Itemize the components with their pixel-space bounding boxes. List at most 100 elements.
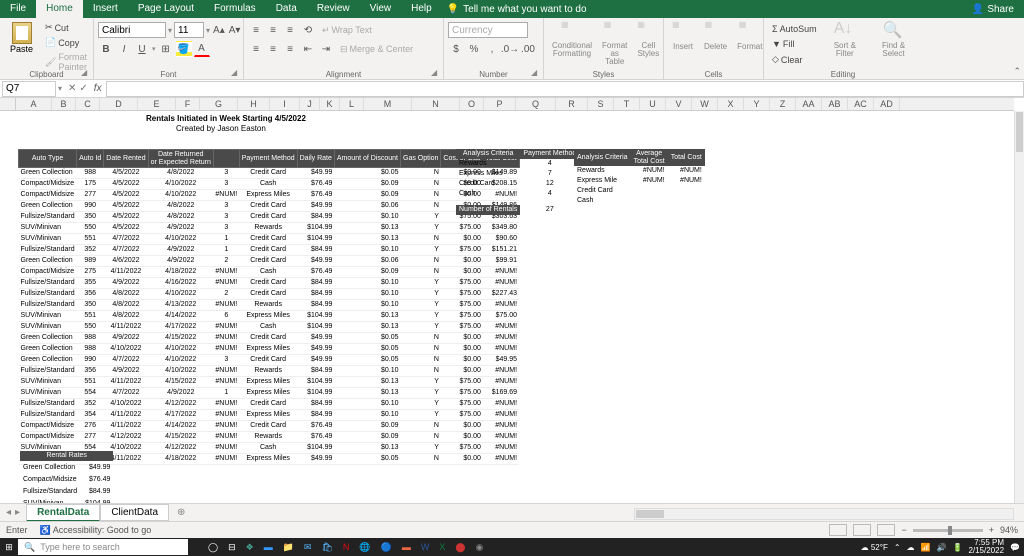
share-button[interactable]: 👤 Share (972, 4, 1014, 15)
align-middle-button[interactable]: ≡ (265, 22, 281, 38)
decrease-decimal-button[interactable]: .00 (520, 41, 536, 57)
number-launcher[interactable]: ◢ (531, 68, 541, 78)
align-top-button[interactable]: ≡ (248, 22, 264, 38)
autosum-button[interactable]: ΣAutoSum (768, 22, 821, 36)
tray-chevron[interactable]: ⌃ (894, 543, 901, 552)
font-color-button[interactable]: A (194, 41, 210, 57)
enter-formula-button[interactable]: ✓ (79, 83, 87, 94)
hscroll-thumb[interactable] (636, 510, 664, 518)
number-format-select[interactable] (448, 22, 528, 38)
underline-button[interactable]: U (134, 41, 150, 57)
vertical-scrollbar[interactable] (1014, 111, 1024, 503)
horizontal-scrollbar[interactable] (634, 508, 1014, 520)
normal-view-button[interactable] (829, 524, 847, 536)
sheet-tab-clientdata[interactable]: ClientData (100, 504, 169, 521)
office-icon[interactable]: ▬ (402, 542, 411, 552)
name-box[interactable]: Q7 (2, 81, 56, 97)
edge-icon[interactable]: 🌐 (359, 542, 370, 553)
zoom-slider[interactable] (913, 529, 983, 532)
tab-pagelayout[interactable]: Page Layout (128, 0, 204, 18)
increase-font-button[interactable]: A▴ (212, 22, 226, 38)
formula-bar[interactable] (106, 81, 1024, 97)
fx-icon[interactable]: fx (94, 83, 102, 94)
tab-formulas[interactable]: Formulas (204, 0, 266, 18)
prev-sheet-button[interactable]: ◂ (6, 507, 11, 518)
volume-icon[interactable]: 🔊 (937, 543, 947, 552)
network-icon[interactable]: 📶 (921, 543, 931, 552)
alignment-launcher[interactable]: ◢ (431, 68, 441, 78)
fill-button[interactable]: ▼Fill (768, 37, 821, 51)
tab-help[interactable]: Help (401, 0, 442, 18)
collapse-ribbon-button[interactable]: ⌃ (1013, 66, 1021, 77)
font-size-select[interactable] (174, 22, 204, 38)
align-bottom-button[interactable]: ≡ (282, 22, 298, 38)
onedrive-icon[interactable]: ☁ (907, 543, 915, 552)
paste-button[interactable]: Paste (4, 20, 39, 68)
decrease-indent-button[interactable]: ⇤ (300, 41, 316, 57)
align-center-button[interactable]: ≡ (265, 41, 281, 57)
merge-center-button[interactable]: ⊟Merge & Center (336, 42, 417, 57)
netflix-icon[interactable]: N (343, 542, 350, 552)
word-icon[interactable]: W (421, 542, 430, 552)
next-sheet-button[interactable]: ▸ (15, 507, 20, 518)
taskbar-search[interactable]: 🔍 Type here to search (18, 539, 188, 555)
find-select-button[interactable]: 🔍Find & Select (869, 20, 918, 68)
zoom-out-button[interactable]: − (901, 525, 906, 535)
decrease-font-button[interactable]: A▾ (228, 22, 242, 38)
chrome-icon[interactable]: 🔵 (381, 542, 392, 553)
fill-color-button[interactable]: 🪣 (176, 41, 192, 57)
percent-button[interactable]: % (466, 41, 482, 57)
accessibility-status[interactable]: ♿ Accessibility: Good to go (40, 525, 152, 536)
tell-me[interactable]: 💡 Tell me what you want to do (447, 4, 587, 15)
select-all-corner[interactable] (0, 98, 16, 111)
explorer-icon[interactable]: 📁 (283, 542, 294, 553)
tab-insert[interactable]: Insert (83, 0, 128, 18)
task-view-icon[interactable]: ◯ (208, 542, 218, 553)
font-launcher[interactable]: ◢ (231, 68, 241, 78)
insert-cells-button[interactable]: ▦Insert (668, 20, 698, 68)
copy-button[interactable]: 📄Copy (41, 35, 91, 50)
format-table-button[interactable]: ▦Format as Table (598, 20, 631, 68)
bold-button[interactable]: B (98, 41, 114, 57)
weather-widget[interactable]: ☁ 52°F (861, 543, 888, 552)
increase-indent-button[interactable]: ⇥ (318, 41, 334, 57)
clock[interactable]: 7:55 PM 2/15/2022 (968, 539, 1004, 555)
app-icon-1[interactable]: ❖ (246, 542, 254, 553)
comma-button[interactable]: , (484, 41, 500, 57)
zoom-in-button[interactable]: + (989, 525, 994, 535)
wrap-text-button[interactable]: ↵Wrap Text (318, 23, 376, 38)
delete-cells-button[interactable]: ▦Delete (700, 20, 731, 68)
tab-data[interactable]: Data (266, 0, 307, 18)
start-button[interactable]: ⊞ (0, 538, 18, 556)
font-name-select[interactable] (98, 22, 166, 38)
currency-button[interactable]: $ (448, 41, 464, 57)
excel-icon[interactable]: X (439, 542, 445, 552)
format-cells-button[interactable]: ▦Format (733, 20, 766, 68)
align-right-button[interactable]: ≡ (282, 41, 298, 57)
battery-icon[interactable]: 🔋 (952, 543, 962, 552)
tab-file[interactable]: File (0, 0, 36, 18)
app-icon-4[interactable]: ◉ (475, 542, 483, 553)
page-layout-view-button[interactable] (853, 524, 871, 536)
cortana-icon[interactable]: ⊟ (228, 542, 236, 553)
increase-decimal-button[interactable]: .0→ (502, 41, 518, 57)
cancel-formula-button[interactable]: ✕ (68, 83, 76, 94)
store-icon[interactable]: 🛍 (321, 542, 332, 553)
grid[interactable]: Rentals Initiated in Week Starting 4/5/2… (16, 111, 1014, 503)
sheet-tab-rentaldata[interactable]: RentalData (26, 504, 100, 522)
clipboard-launcher[interactable]: ◢ (81, 68, 91, 78)
cut-button[interactable]: ✂Cut (41, 20, 91, 35)
add-sheet-button[interactable]: ⊕ (169, 507, 193, 518)
cell-styles-button[interactable]: ▦Cell Styles (633, 20, 663, 68)
align-left-button[interactable]: ≡ (248, 41, 264, 57)
page-break-view-button[interactable] (877, 524, 895, 536)
mail-icon[interactable]: ✉ (304, 542, 312, 553)
italic-button[interactable]: I (116, 41, 132, 57)
app-icon-2[interactable]: ▬ (264, 542, 273, 552)
vscroll-thumb[interactable] (1016, 112, 1023, 152)
tab-review[interactable]: Review (307, 0, 360, 18)
orientation-button[interactable]: ⟲ (300, 22, 316, 38)
borders-button[interactable]: ⊞ (158, 41, 174, 57)
worksheet[interactable]: ABCDEFGHIJKLMNOPQRSTUVWXYZAAABACAD Renta… (0, 98, 1024, 503)
tab-view[interactable]: View (360, 0, 402, 18)
